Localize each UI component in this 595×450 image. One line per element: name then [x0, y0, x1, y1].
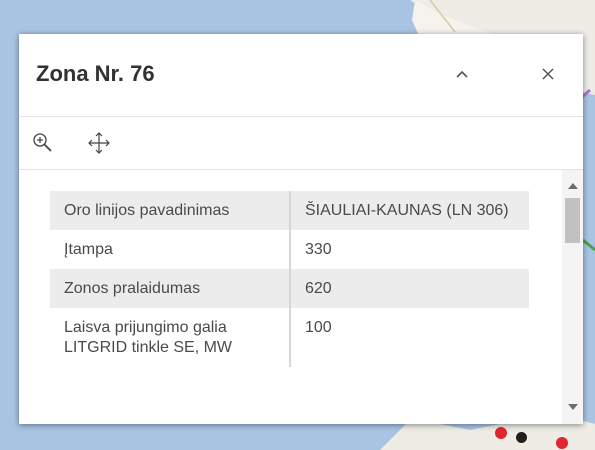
attribute-value: 330 — [305, 241, 332, 258]
scrollbar-thumb[interactable] — [565, 198, 580, 243]
pan-button[interactable] — [85, 129, 113, 157]
attribute-key: Oro linijos pavadinimas — [50, 191, 291, 230]
collapse-button[interactable] — [444, 56, 480, 92]
table-row: Oro linijos pavadinimas ŠIAULIAI-KAUNAS … — [50, 191, 529, 230]
attribute-value: ŠIAULIAI-KAUNAS (LN 306) — [305, 202, 509, 219]
attribute-key: Įtampa — [50, 230, 291, 269]
zoom-to-button[interactable] — [29, 129, 57, 157]
map-marker[interactable] — [516, 432, 527, 443]
scroll-up-button[interactable] — [562, 176, 583, 194]
attribute-key: Laisva prijungimo galia LITGRID tinkle S… — [50, 308, 291, 367]
attribute-value: 100 — [305, 319, 332, 336]
map-marker[interactable] — [556, 437, 568, 449]
triangle-up-icon — [567, 182, 578, 189]
table-row: Laisva prijungimo galia LITGRID tinkle S… — [50, 308, 529, 367]
attribute-table: Oro linijos pavadinimas ŠIAULIAI-KAUNAS … — [50, 191, 529, 367]
pan-move-icon — [88, 132, 110, 154]
table-row: Zonos pralaidumas 620 — [50, 269, 529, 308]
vertical-scrollbar[interactable] — [562, 170, 583, 424]
popup-content[interactable]: Oro linijos pavadinimas ŠIAULIAI-KAUNAS … — [19, 170, 583, 424]
popup-title: Zona Nr. 76 — [36, 61, 155, 86]
close-icon — [542, 68, 554, 80]
attribute-key: Zonos pralaidumas — [50, 269, 291, 308]
triangle-down-icon — [567, 403, 578, 410]
scroll-down-button[interactable] — [562, 398, 583, 416]
popup-header: Zona Nr. 76 — [19, 34, 583, 117]
close-button[interactable] — [530, 56, 566, 92]
chevron-up-icon — [456, 70, 468, 78]
popup-actions — [19, 117, 583, 170]
feature-popup: Zona Nr. 76 Oro linijos pavadinimas ŠIAU… — [19, 34, 583, 424]
zoom-to-icon — [33, 133, 52, 152]
attribute-value: 620 — [305, 280, 332, 297]
table-row: Įtampa 330 — [50, 230, 529, 269]
map-marker[interactable] — [495, 427, 507, 439]
